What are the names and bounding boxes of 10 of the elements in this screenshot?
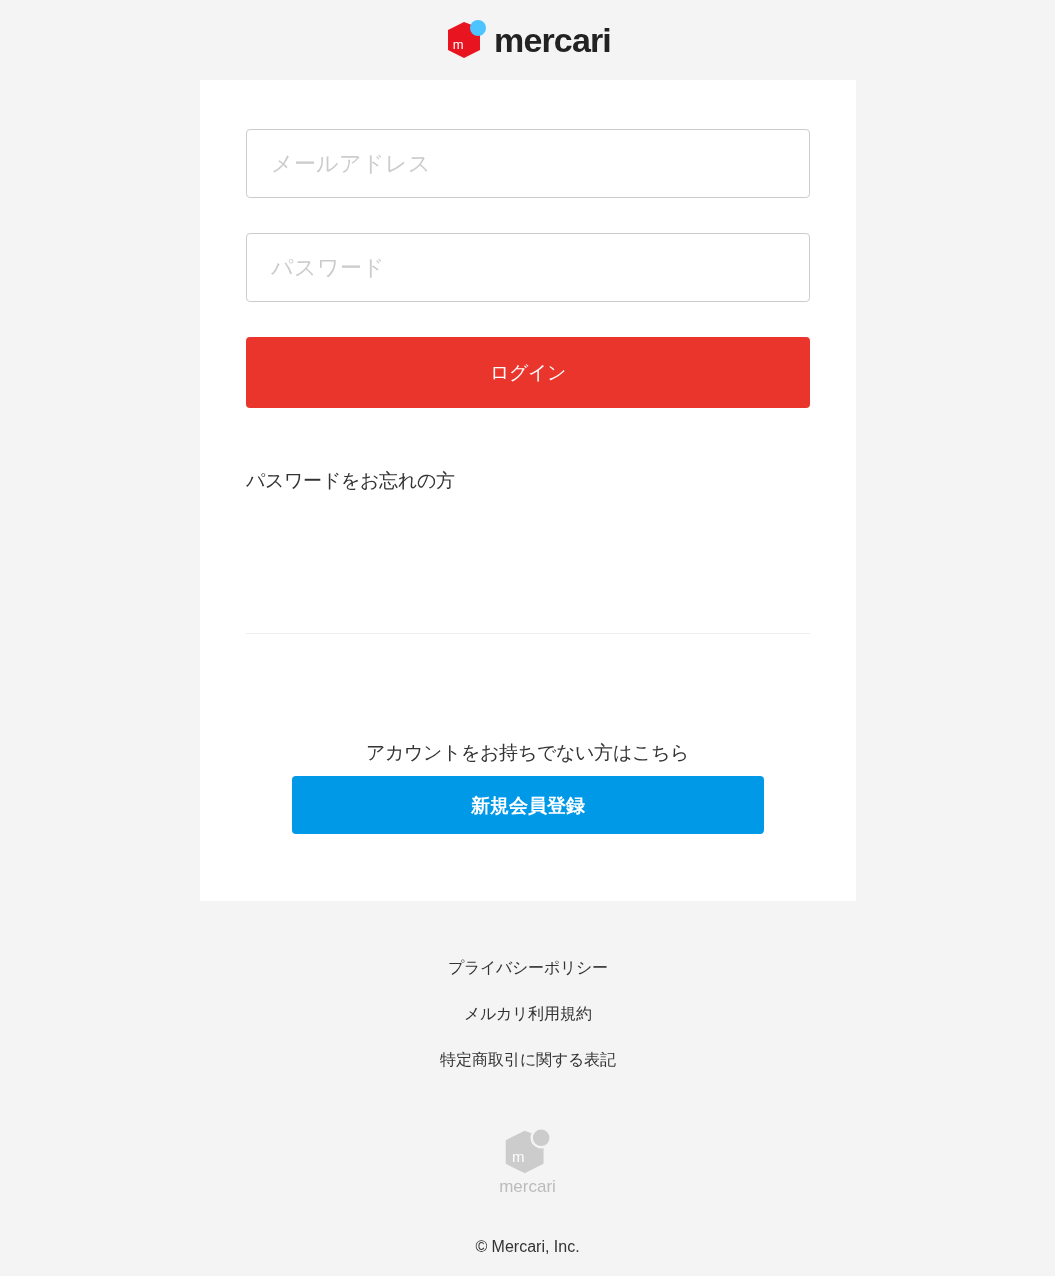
- logo-wordmark: mercari: [494, 23, 611, 57]
- copyright-text: © Mercari, Inc.: [475, 1237, 580, 1257]
- signup-prompt: アカウントをお持ちでない方はこちら: [366, 739, 689, 765]
- logo-mark-letter: m: [452, 37, 464, 51]
- footer-link[interactable]: 特定商取引に関する表記: [439, 1048, 616, 1071]
- forgot-password-link[interactable]: パスワードをお忘れの方: [245, 469, 455, 491]
- footer-link[interactable]: プライバシーポリシー: [447, 956, 608, 979]
- footer-logo-wordmark: mercari: [499, 1178, 556, 1195]
- login-button[interactable]: ログイン: [245, 337, 810, 408]
- footer-link[interactable]: メルカリ利用規約: [463, 1002, 592, 1025]
